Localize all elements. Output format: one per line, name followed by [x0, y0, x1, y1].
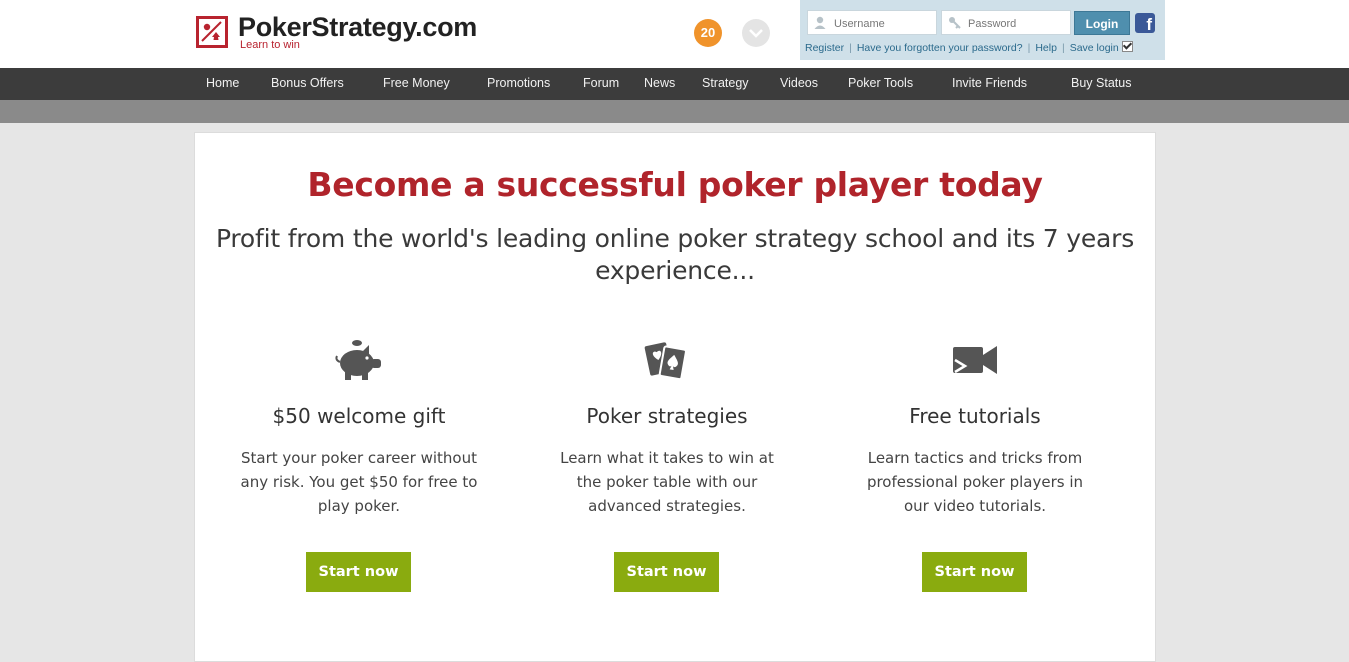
nav-item-news[interactable]: News [644, 68, 675, 100]
nav-item-promotions[interactable]: Promotions [487, 68, 550, 100]
nav-item-strategy[interactable]: Strategy [702, 68, 749, 100]
username-field[interactable] [807, 10, 937, 35]
hero-card: Become a successful poker player today P… [194, 132, 1156, 662]
chevron-down-icon[interactable] [742, 19, 770, 47]
feature-title: $50 welcome gift [272, 404, 446, 428]
start-now-button[interactable]: Start now [922, 552, 1027, 592]
nav-item-videos[interactable]: Videos [780, 68, 818, 100]
subtitle-line-2: experience... [595, 256, 755, 285]
facebook-icon[interactable]: f [1135, 13, 1155, 34]
start-now-button[interactable]: Start now [306, 552, 411, 592]
nav-item-invite-friends[interactable]: Invite Friends [952, 68, 1027, 100]
page-title: Become a successful poker player today [307, 165, 1043, 204]
notification-count-badge[interactable]: 20 [694, 19, 722, 47]
video-camera-icon [953, 346, 997, 374]
nav-item-home[interactable]: Home [206, 68, 239, 100]
logo-tagline: Learn to win [240, 39, 300, 51]
nav-item-free-money[interactable]: Free Money [383, 68, 450, 100]
feature-welcome-gift: $50 welcome gift Start your poker career… [229, 338, 489, 518]
feature-title: Free tutorials [909, 404, 1041, 428]
help-link[interactable]: Help [1035, 42, 1057, 54]
logo-mark-icon [196, 16, 228, 48]
feature-free-tutorials: Free tutorials Learn tactics and tricks … [845, 338, 1105, 518]
feature-text: Learn tactics and tricks from profession… [866, 449, 1084, 515]
site-header: PokerStrategy.com Learn to win 20 Login … [0, 0, 1349, 68]
feature-title: Poker strategies [586, 404, 748, 428]
login-panel: Login f Register|Have you forgotten your… [800, 0, 1165, 60]
start-now-button[interactable]: Start now [614, 552, 719, 592]
forgot-password-link[interactable]: Have you forgotten your password? [857, 42, 1023, 54]
username-input[interactable] [832, 14, 936, 33]
login-button[interactable]: Login [1074, 11, 1130, 35]
register-link[interactable]: Register [805, 42, 844, 54]
feature-text: Start your poker career without any risk… [240, 449, 478, 515]
page-subtitle: Profit from the world's leading online p… [195, 223, 1155, 287]
subtitle-line-1: Profit from the world's leading online p… [215, 224, 1135, 253]
nav-item-forum[interactable]: Forum [583, 68, 619, 100]
password-input[interactable] [966, 14, 1070, 33]
nav-item-bonus-offers[interactable]: Bonus Offers [271, 68, 344, 100]
sub-nav-bar [0, 100, 1349, 123]
user-icon [814, 16, 826, 29]
save-login-label: Save login [1069, 42, 1119, 54]
main-nav: Home Bonus Offers Free Money Promotions … [0, 68, 1349, 100]
key-icon [949, 17, 961, 29]
password-field[interactable] [941, 10, 1071, 35]
feature-text: Learn what it takes to win at the poker … [560, 449, 774, 515]
nav-item-buy-status[interactable]: Buy Status [1071, 68, 1131, 100]
piggy-bank-icon [335, 340, 381, 380]
cards-icon [644, 342, 687, 381]
nav-item-poker-tools[interactable]: Poker Tools [848, 68, 913, 100]
save-login-checkbox[interactable] [1121, 41, 1133, 52]
login-links: Register | Have you forgotten your passwor… [805, 41, 1133, 54]
feature-poker-strategies: Poker strategies Learn what it takes to … [537, 338, 797, 518]
facebook-glyph: f [1146, 15, 1152, 34]
